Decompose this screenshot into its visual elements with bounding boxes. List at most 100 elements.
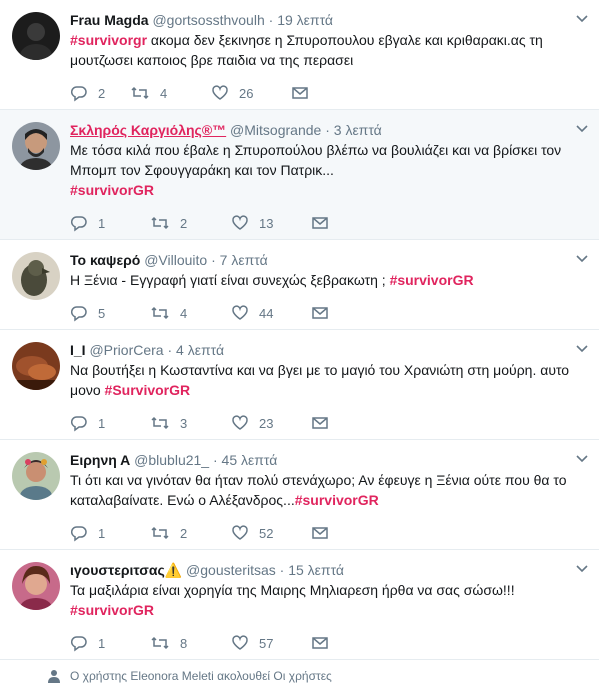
hashtag-link[interactable]: #survivorGR <box>70 182 154 198</box>
tweet-header: Ειρηνη Α @blublu21_ · 45 λεπτά <box>70 450 585 470</box>
hashtag-link[interactable]: #survivorgr <box>70 32 147 48</box>
tweet[interactable]: Σκληρός Καργιόλης®™ @Mitsogrande · 3 λεπ… <box>0 110 599 240</box>
retweet-button[interactable]: 2 <box>150 524 231 542</box>
like-count: 52 <box>259 525 274 541</box>
reply-count: 2 <box>98 85 106 101</box>
reply-icon <box>70 414 88 432</box>
retweet-icon <box>150 414 170 432</box>
timestamp[interactable]: 7 λεπτά <box>220 252 268 268</box>
timestamp[interactable]: 4 λεπτά <box>176 342 224 358</box>
hashtag-link[interactable]: #survivorGR <box>390 272 474 288</box>
reply-button[interactable]: 2 <box>70 84 130 102</box>
author-name[interactable]: Το καψερό <box>70 252 140 268</box>
retweet-icon <box>150 634 170 652</box>
timestamp[interactable]: 45 λεπτά <box>222 452 278 468</box>
chevron-down-icon[interactable] <box>575 252 589 266</box>
tweet[interactable]: Frau Magda @gortsossthvoulh · 19 λεπτά #… <box>0 0 599 110</box>
tweet[interactable]: I_I @PriorCera · 4 λεπτά Να βουτήξει η Κ… <box>0 330 599 440</box>
reply-button[interactable]: 1 <box>70 414 150 432</box>
envelope-icon <box>311 304 329 322</box>
like-button[interactable]: 13 <box>231 214 311 232</box>
avatar[interactable] <box>12 252 60 300</box>
retweet-button[interactable]: 8 <box>150 634 231 652</box>
hashtag-link[interactable]: #SurvivorGR <box>105 382 191 398</box>
separator-dot: · <box>167 342 173 358</box>
avatar[interactable] <box>12 12 60 60</box>
reply-button[interactable]: 1 <box>70 524 150 542</box>
tweet-header: Frau Magda @gortsossthvoulh · 19 λεπτά <box>70 10 585 30</box>
tweet-header: Το καψερό @Villouito · 7 λεπτά <box>70 250 585 270</box>
chevron-down-icon[interactable] <box>575 122 589 136</box>
retweet-count: 4 <box>180 305 188 321</box>
retweet-button[interactable]: 3 <box>150 414 231 432</box>
tweet-header: I_I @PriorCera · 4 λεπτά <box>70 340 585 360</box>
tweet-actions: 1 3 23 <box>70 413 329 433</box>
tweet[interactable]: ιγουστεριτσας⚠️ @gousteritsas · 15 λεπτά… <box>0 550 599 660</box>
reply-button[interactable]: 1 <box>70 214 150 232</box>
tweet-text: Τα μαξιλάρια είναι χορηγία της Μαιρης Μη… <box>70 580 585 620</box>
author-handle[interactable]: @blublu21_ <box>134 452 209 468</box>
like-button[interactable]: 23 <box>231 414 311 432</box>
direct-message-button[interactable] <box>311 414 329 432</box>
envelope-icon <box>311 634 329 652</box>
direct-message-button[interactable] <box>311 304 329 322</box>
tweet-actions: 1 2 52 <box>70 523 329 543</box>
timestamp[interactable]: 3 λεπτά <box>334 122 382 138</box>
author-name[interactable]: Σκληρός Καργιόλης®™ <box>70 122 226 138</box>
timestamp[interactable]: 19 λεπτά <box>277 12 333 28</box>
separator-dot: · <box>279 562 285 578</box>
author-handle[interactable]: @Mitsogrande <box>230 122 321 138</box>
follow-notice[interactable]: Ο χρήστης Eleonora Meleti ακολουθεί Οι χ… <box>0 666 599 687</box>
direct-message-button[interactable] <box>311 524 329 542</box>
avatar[interactable] <box>12 452 60 500</box>
text-fragment: Η Ξένια - Εγγραφή γιατί είναι συνεχώς ξε… <box>70 272 390 288</box>
heart-icon <box>231 414 249 432</box>
author-name[interactable]: Ειρηνη Α <box>70 452 130 468</box>
author-handle[interactable]: @PriorCera <box>89 342 163 358</box>
tweet-actions: 5 4 44 <box>70 303 329 323</box>
avatar[interactable] <box>12 122 60 170</box>
like-count: 13 <box>259 215 274 231</box>
separator-dot: · <box>268 12 274 28</box>
author-name[interactable]: I_I <box>70 342 86 358</box>
tweet[interactable]: Το καψερό @Villouito · 7 λεπτά Η Ξένια -… <box>0 240 599 330</box>
like-button[interactable]: 26 <box>211 84 291 102</box>
author-handle[interactable]: @gortsossthvoulh <box>152 12 264 28</box>
direct-message-button[interactable] <box>311 634 329 652</box>
tweet-header: ιγουστεριτσας⚠️ @gousteritsas · 15 λεπτά <box>70 560 585 580</box>
retweet-icon <box>150 524 170 542</box>
chevron-down-icon[interactable] <box>575 12 589 26</box>
chevron-down-icon[interactable] <box>575 452 589 466</box>
author-name[interactable]: ιγουστεριτσας⚠️ <box>70 562 182 578</box>
chevron-down-icon[interactable] <box>575 562 589 576</box>
author-handle[interactable]: @gousteritsas <box>186 562 276 578</box>
like-button[interactable]: 44 <box>231 304 311 322</box>
person-icon <box>48 669 60 686</box>
chevron-down-icon[interactable] <box>575 342 589 356</box>
author-handle[interactable]: @Villouito <box>144 252 207 268</box>
like-button[interactable]: 57 <box>231 634 311 652</box>
like-count: 57 <box>259 635 274 651</box>
reply-count: 5 <box>98 305 106 321</box>
like-button[interactable]: 52 <box>231 524 311 542</box>
avatar[interactable] <box>12 342 60 390</box>
heart-icon <box>231 634 249 652</box>
reply-count: 1 <box>98 525 106 541</box>
retweet-button[interactable]: 4 <box>150 304 231 322</box>
avatar[interactable] <box>12 562 60 610</box>
retweet-count: 4 <box>160 85 168 101</box>
reply-icon <box>70 214 88 232</box>
tweet[interactable]: Ειρηνη Α @blublu21_ · 45 λεπτά Τι ότι κα… <box>0 440 599 550</box>
hashtag-link[interactable]: #survivorGR <box>295 492 379 508</box>
direct-message-button[interactable] <box>311 214 329 232</box>
reply-button[interactable]: 5 <box>70 304 150 322</box>
retweet-count: 3 <box>180 415 188 431</box>
retweet-button[interactable]: 2 <box>150 214 231 232</box>
retweet-button[interactable]: 4 <box>130 84 211 102</box>
direct-message-button[interactable] <box>291 84 309 102</box>
hashtag-link[interactable]: #survivorGR <box>70 602 154 618</box>
reply-button[interactable]: 1 <box>70 634 150 652</box>
reply-icon <box>70 524 88 542</box>
author-name[interactable]: Frau Magda <box>70 12 149 28</box>
timestamp[interactable]: 15 λεπτά <box>288 562 344 578</box>
